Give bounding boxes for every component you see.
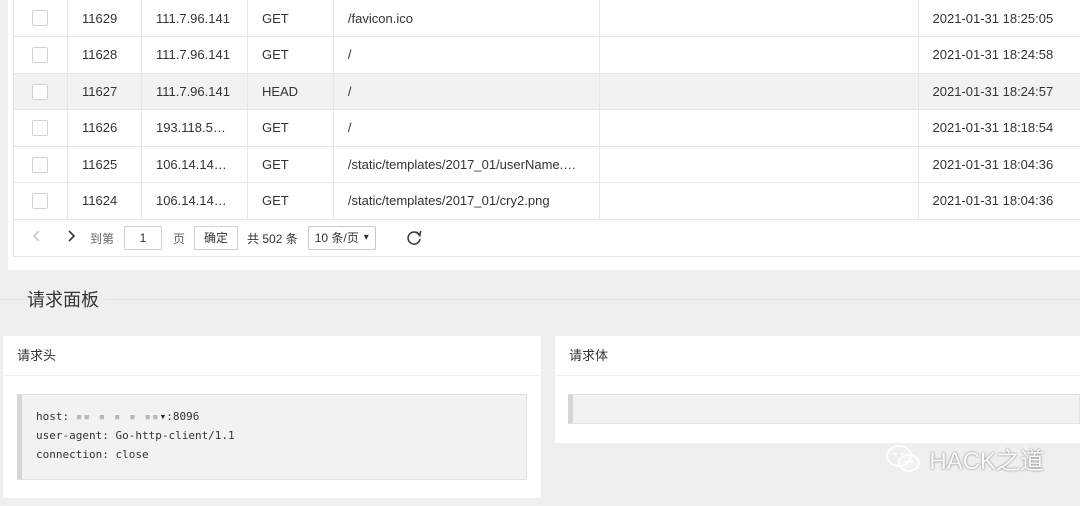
row-id: 11629 — [67, 0, 142, 37]
row-id: 11626 — [67, 109, 142, 147]
row-time: 2021-01-31 18:24:58 — [918, 36, 1080, 74]
row-path: / — [333, 109, 600, 147]
goto-label: 到第 — [90, 231, 115, 246]
row-method: GET — [247, 36, 334, 74]
row-id: 11627 — [67, 73, 142, 110]
row-checkbox-box[interactable] — [32, 156, 49, 173]
row-ip: 193.118.5… — [141, 109, 248, 147]
row-checkbox — [13, 182, 68, 220]
request-body-panel: 请求体 — [555, 336, 1080, 443]
row-id: 11625 — [67, 146, 142, 183]
request-header-title: 请求头 — [3, 336, 541, 376]
row-time: 2021-01-31 18:25:05 — [918, 0, 1080, 37]
table-row[interactable]: 11624 106.14.14… GET/static/templates/2017… — [13, 182, 1080, 220]
row-ip: 111.7.96.141 — [141, 73, 248, 110]
refresh-icon — [407, 230, 422, 245]
row-empty-cell — [599, 182, 919, 220]
page-unit-label: 页 — [173, 231, 186, 246]
row-empty-cell — [599, 73, 919, 110]
row-ip: 106.14.14… — [141, 146, 248, 183]
row-checkbox-box[interactable] — [32, 47, 49, 64]
row-empty-cell — [599, 109, 919, 147]
row-checkbox-box[interactable] — [32, 120, 49, 137]
row-method: GET — [247, 109, 334, 147]
section-divider — [0, 299, 1080, 300]
chevron-down-icon: ▾ — [363, 232, 369, 243]
row-ip: 111.7.96.141 — [141, 36, 248, 74]
table-row[interactable]: 11625 106.14.14… GET/static/templates/2017… — [13, 146, 1080, 183]
prev-page-button[interactable] — [32, 229, 52, 248]
watermark-text: HACK之道 — [929, 448, 1044, 475]
page-number-input[interactable]: 1 — [124, 226, 163, 250]
page-size-select[interactable]: 10 条/页 ▾ — [307, 226, 376, 250]
row-path: /static/templates/2017_01/cry2.png — [333, 182, 600, 220]
masked-host: ▪▪ ▪ ▪ ▪ ▪▪ — [75, 410, 160, 423]
request-header-panel: 请求头 host: ▪▪ ▪ ▪ ▪ ▪▪▾:8096 user-agent: … — [3, 336, 541, 498]
row-method: GET — [247, 0, 334, 37]
request-log-table: 11629 111.7.96.141 GET/favicon.ico 2021-01-… — [13, 0, 1080, 220]
row-checkbox-box[interactable] — [32, 10, 49, 27]
connection-line: connection: close — [36, 448, 149, 461]
row-checkbox-box[interactable] — [32, 83, 49, 100]
request-body-content — [568, 394, 1080, 424]
row-empty-cell — [599, 0, 919, 37]
refresh-button[interactable] — [405, 229, 423, 247]
request-log-card: 11629 111.7.96.141 GET/favicon.ico 2021-01-… — [8, 0, 1080, 270]
confirm-page-button[interactable]: 确定 — [194, 226, 239, 250]
page-size-value: 10 条/页 — [314, 231, 359, 245]
row-checkbox-box[interactable] — [32, 193, 49, 210]
row-checkbox — [13, 146, 68, 183]
row-method: GET — [247, 146, 334, 183]
row-method: HEAD — [247, 73, 334, 110]
row-id: 11624 — [67, 182, 142, 220]
row-empty-cell — [599, 36, 919, 74]
table-row[interactable]: 11627 111.7.96.141 HEAD/ 2021-01-31 18:24:5… — [13, 73, 1080, 110]
row-path: / — [333, 36, 600, 74]
request-header-content: host: ▪▪ ▪ ▪ ▪ ▪▪▾:8096 user-agent: Go-h… — [17, 394, 527, 480]
row-time: 2021-01-31 18:18:54 — [918, 109, 1080, 147]
host-line: host: ▪▪ ▪ ▪ ▪ ▪▪▾:8096 — [36, 410, 200, 423]
row-checkbox — [13, 0, 68, 37]
watermark: HACK之道 — [885, 441, 1044, 476]
user-agent-line: user-agent: Go-http-client/1.1 — [36, 429, 235, 442]
row-ip: 106.14.14… — [141, 182, 248, 220]
row-time: 2021-01-31 18:04:36 — [918, 146, 1080, 183]
row-path: /favicon.ico — [333, 0, 600, 37]
row-id: 11628 — [67, 36, 142, 74]
table-row[interactable]: 11628 111.7.96.141 GET/ 2021-01-31 18:24:58 — [13, 36, 1080, 74]
row-method: GET — [247, 182, 334, 220]
row-empty-cell — [599, 146, 919, 183]
section-title: 请求面板 — [27, 286, 105, 312]
chevron-left-icon — [32, 229, 40, 242]
chevron-right-icon — [68, 229, 76, 242]
wechat-icon — [886, 444, 921, 472]
row-path: / — [333, 73, 600, 110]
table-row[interactable]: 11629 111.7.96.141 GET/favicon.ico 2021-01-… — [13, 0, 1080, 37]
total-count: 共 502 条 — [247, 231, 298, 246]
row-checkbox — [13, 109, 68, 147]
row-ip: 111.7.96.141 — [141, 0, 248, 37]
row-checkbox — [13, 36, 68, 74]
row-checkbox — [13, 73, 68, 110]
next-page-button[interactable] — [66, 229, 82, 248]
pagination: 到第 1 页 确定 共 502 条 10 条/页 ▾ — [13, 220, 1080, 257]
request-body-title: 请求体 — [555, 336, 1080, 376]
host-port: ▾:8096 — [159, 410, 200, 423]
row-time: 2021-01-31 18:04:36 — [918, 182, 1080, 220]
row-time: 2021-01-31 18:24:57 — [918, 73, 1080, 110]
table-row[interactable]: 11626 193.118.5… GET/ 2021-01-31 18:18:54 — [13, 109, 1080, 147]
row-path: /static/templates/2017_01/userName.… — [333, 146, 600, 183]
